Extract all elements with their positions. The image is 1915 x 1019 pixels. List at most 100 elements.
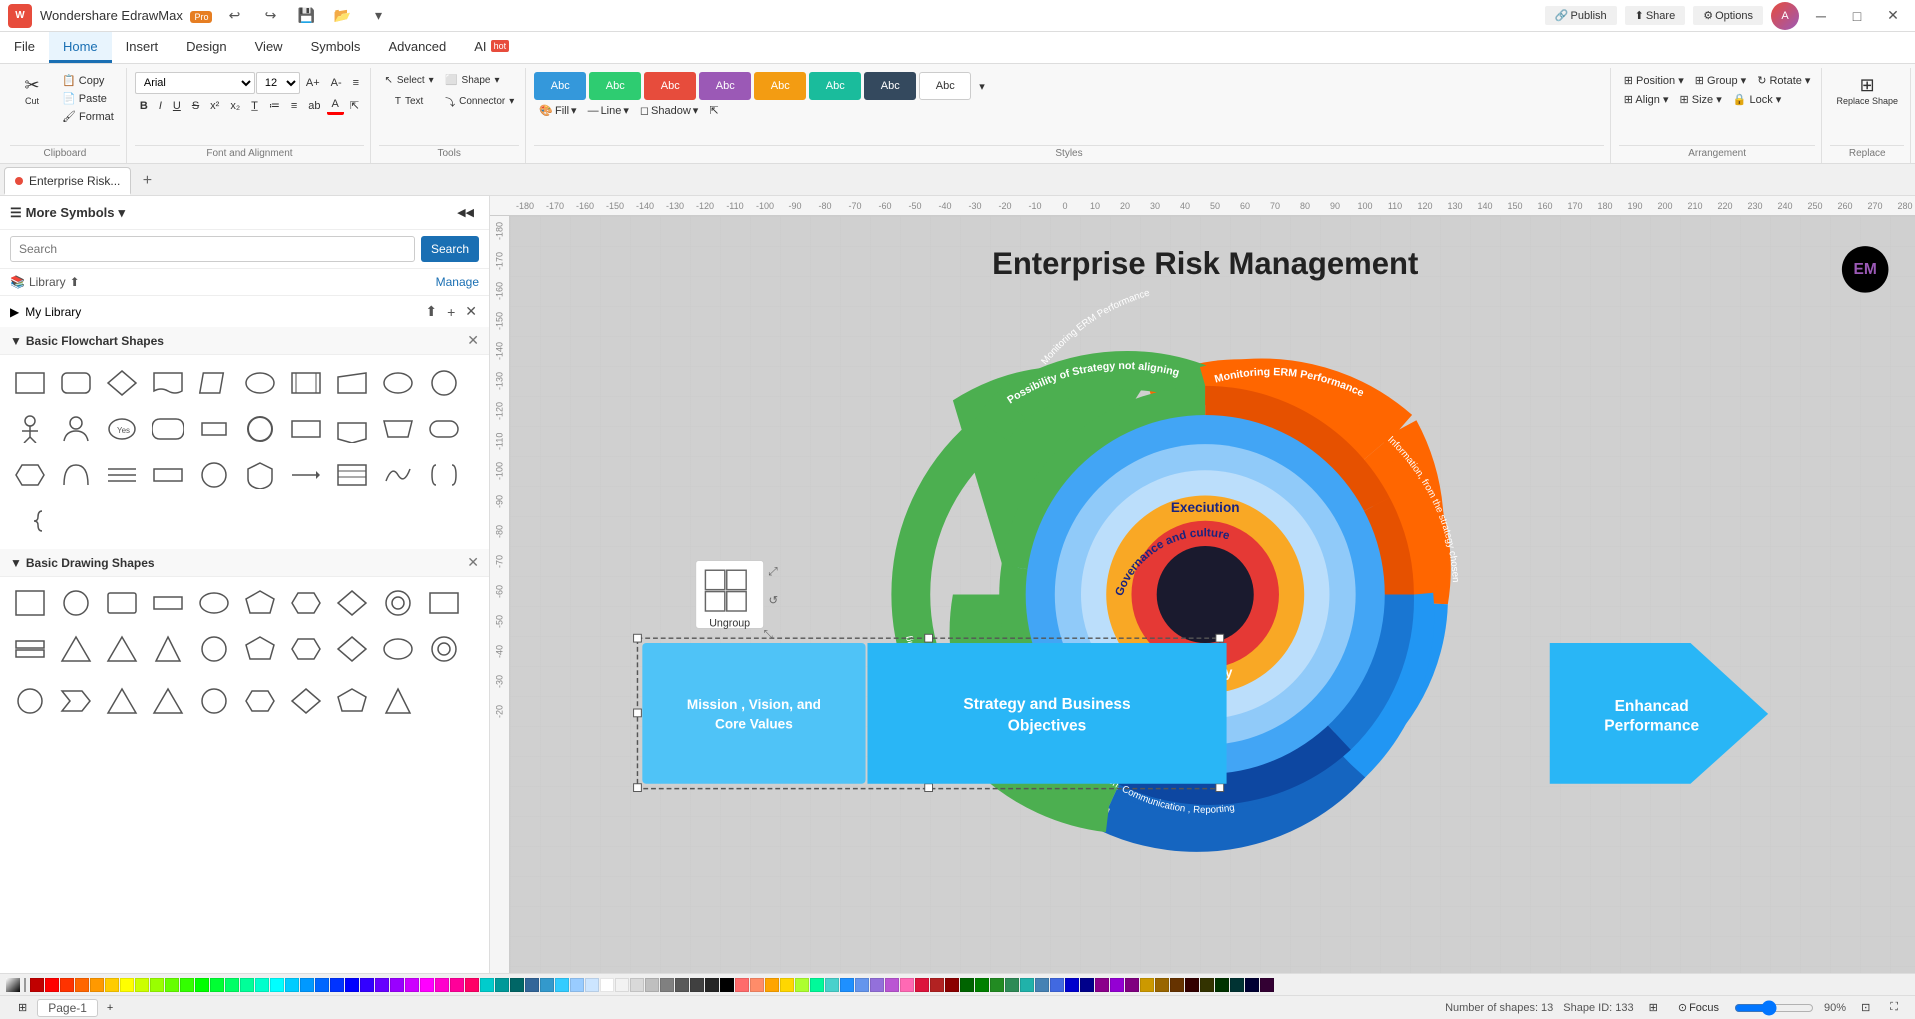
shape-brace[interactable] — [8, 499, 52, 543]
color-swatch[interactable] — [330, 978, 344, 992]
cut-button[interactable]: ✂ Cut — [10, 72, 54, 110]
draw-circle-sm[interactable] — [8, 679, 52, 723]
fit-window-button[interactable]: ⊡ — [1856, 999, 1875, 1016]
color-swatch[interactable] — [30, 978, 44, 992]
color-swatch[interactable] — [405, 978, 419, 992]
focus-button[interactable]: ⊙ Focus — [1673, 999, 1724, 1016]
color-swatch[interactable] — [1215, 978, 1229, 992]
color-swatch[interactable] — [780, 978, 794, 992]
library-import-button[interactable]: ⬆ — [423, 301, 439, 322]
color-swatch[interactable] — [810, 978, 824, 992]
font-family-select[interactable]: Arial — [135, 72, 255, 94]
color-swatch[interactable] — [720, 978, 734, 992]
menu-file[interactable]: File — [0, 32, 49, 63]
color-swatch[interactable] — [870, 978, 884, 992]
shape-parallelogram[interactable] — [192, 361, 236, 405]
color-swatch[interactable] — [570, 978, 584, 992]
undo-button[interactable]: ↩ — [220, 6, 248, 26]
shape-hex[interactable] — [8, 453, 52, 497]
select-button[interactable]: ↖ Select ▾ — [379, 72, 439, 89]
shape-rounded-rect2[interactable] — [422, 407, 466, 451]
styles-more-button[interactable]: ▾ — [974, 78, 990, 95]
color-swatch[interactable] — [1230, 978, 1244, 992]
style-shape-7[interactable]: Abc — [864, 72, 916, 100]
save-button[interactable]: 💾 — [292, 6, 320, 26]
color-swatch[interactable] — [60, 978, 74, 992]
style-shape-5[interactable]: Abc — [754, 72, 806, 100]
shape-wide-rect[interactable] — [146, 453, 190, 497]
menu-insert[interactable]: Insert — [112, 32, 173, 63]
color-swatch[interactable] — [1170, 978, 1184, 992]
rotate-button[interactable]: ↻ Rotate ▾ — [1752, 72, 1815, 89]
shape-rectangle[interactable] — [8, 361, 52, 405]
expand-font-button[interactable]: ⇱ — [345, 97, 364, 114]
color-swatch[interactable] — [315, 978, 329, 992]
shape-trapezoid[interactable] — [376, 407, 420, 451]
menu-ai[interactable]: AI hot — [460, 32, 523, 63]
color-swatch[interactable] — [690, 978, 704, 992]
draw-band[interactable] — [8, 627, 52, 671]
decrease-indent-button[interactable]: ab — [303, 98, 325, 114]
shape-arc[interactable] — [54, 453, 98, 497]
draw-hex2[interactable] — [284, 627, 328, 671]
color-swatch[interactable] — [375, 978, 389, 992]
left-box[interactable] — [642, 643, 865, 784]
draw-pentagon[interactable] — [238, 581, 282, 625]
menu-advanced[interactable]: Advanced — [374, 32, 460, 63]
color-swatch[interactable] — [660, 978, 674, 992]
draw-rect-r[interactable] — [100, 581, 144, 625]
align-btn[interactable]: ⊞ Align ▾ — [1619, 91, 1674, 108]
color-swatch[interactable] — [225, 978, 239, 992]
user-avatar[interactable]: A — [1771, 2, 1799, 30]
shape-circle2[interactable] — [192, 453, 236, 497]
size-button[interactable]: ⊞ Size ▾ — [1674, 91, 1726, 108]
font-color-button[interactable]: A — [327, 96, 344, 115]
color-swatch[interactable] — [930, 978, 944, 992]
color-swatch[interactable] — [1050, 978, 1064, 992]
style-shape-2[interactable]: Abc — [589, 72, 641, 100]
shape-circle[interactable] — [422, 361, 466, 405]
shape-pentagon[interactable] — [330, 407, 374, 451]
minimize-button[interactable]: ─ — [1807, 6, 1835, 26]
draw-penta[interactable] — [238, 627, 282, 671]
text-button[interactable]: T Text — [379, 93, 439, 110]
library-add-button[interactable]: + — [445, 302, 457, 322]
sidebar-collapse-button[interactable]: ◀◀ — [452, 204, 479, 221]
position-button[interactable]: ⊞ Position ▾ — [1619, 72, 1689, 89]
format-painter-button[interactable]: 🖌 Format — [56, 108, 120, 125]
color-swatch[interactable] — [975, 978, 989, 992]
color-swatch[interactable] — [1110, 978, 1124, 992]
color-swatch[interactable] — [630, 978, 644, 992]
color-swatch[interactable] — [705, 978, 719, 992]
color-swatch[interactable] — [855, 978, 869, 992]
draw-tri2[interactable] — [100, 679, 144, 723]
color-swatch[interactable] — [825, 978, 839, 992]
color-swatch[interactable] — [960, 978, 974, 992]
color-swatch[interactable] — [90, 978, 104, 992]
text-clear-button[interactable]: T̲ — [246, 98, 263, 114]
color-swatch[interactable] — [585, 978, 599, 992]
library-delete-button[interactable]: ✕ — [463, 301, 479, 322]
menu-view[interactable]: View — [241, 32, 297, 63]
shape-document[interactable] — [146, 361, 190, 405]
color-swatch[interactable] — [1140, 978, 1154, 992]
color-swatch[interactable] — [510, 978, 524, 992]
share-button[interactable]: ⬆ Share — [1625, 6, 1686, 25]
more-button[interactable]: ▾ — [364, 6, 392, 26]
draw-ellipse2[interactable] — [376, 627, 420, 671]
shape-ellipse[interactable] — [238, 361, 282, 405]
manage-button[interactable]: Manage — [436, 275, 479, 289]
open-button[interactable]: 📂 — [328, 6, 356, 26]
color-swatch[interactable] — [1005, 978, 1019, 992]
color-swatch[interactable] — [360, 978, 374, 992]
color-swatch[interactable] — [180, 978, 194, 992]
menu-design[interactable]: Design — [172, 32, 240, 63]
draw-tri3[interactable] — [146, 679, 190, 723]
lock-button[interactable]: 🔒 Lock ▾ — [1728, 91, 1787, 108]
my-library-row[interactable]: ▶ My Library ⬆ + ✕ — [0, 296, 489, 327]
fullscreen-button[interactable]: ⛶ — [1885, 999, 1903, 1016]
shape-arrow[interactable] — [284, 453, 328, 497]
page-list-button[interactable]: ⊞ — [12, 999, 33, 1016]
color-swatch[interactable] — [735, 978, 749, 992]
color-swatch[interactable] — [1260, 978, 1274, 992]
